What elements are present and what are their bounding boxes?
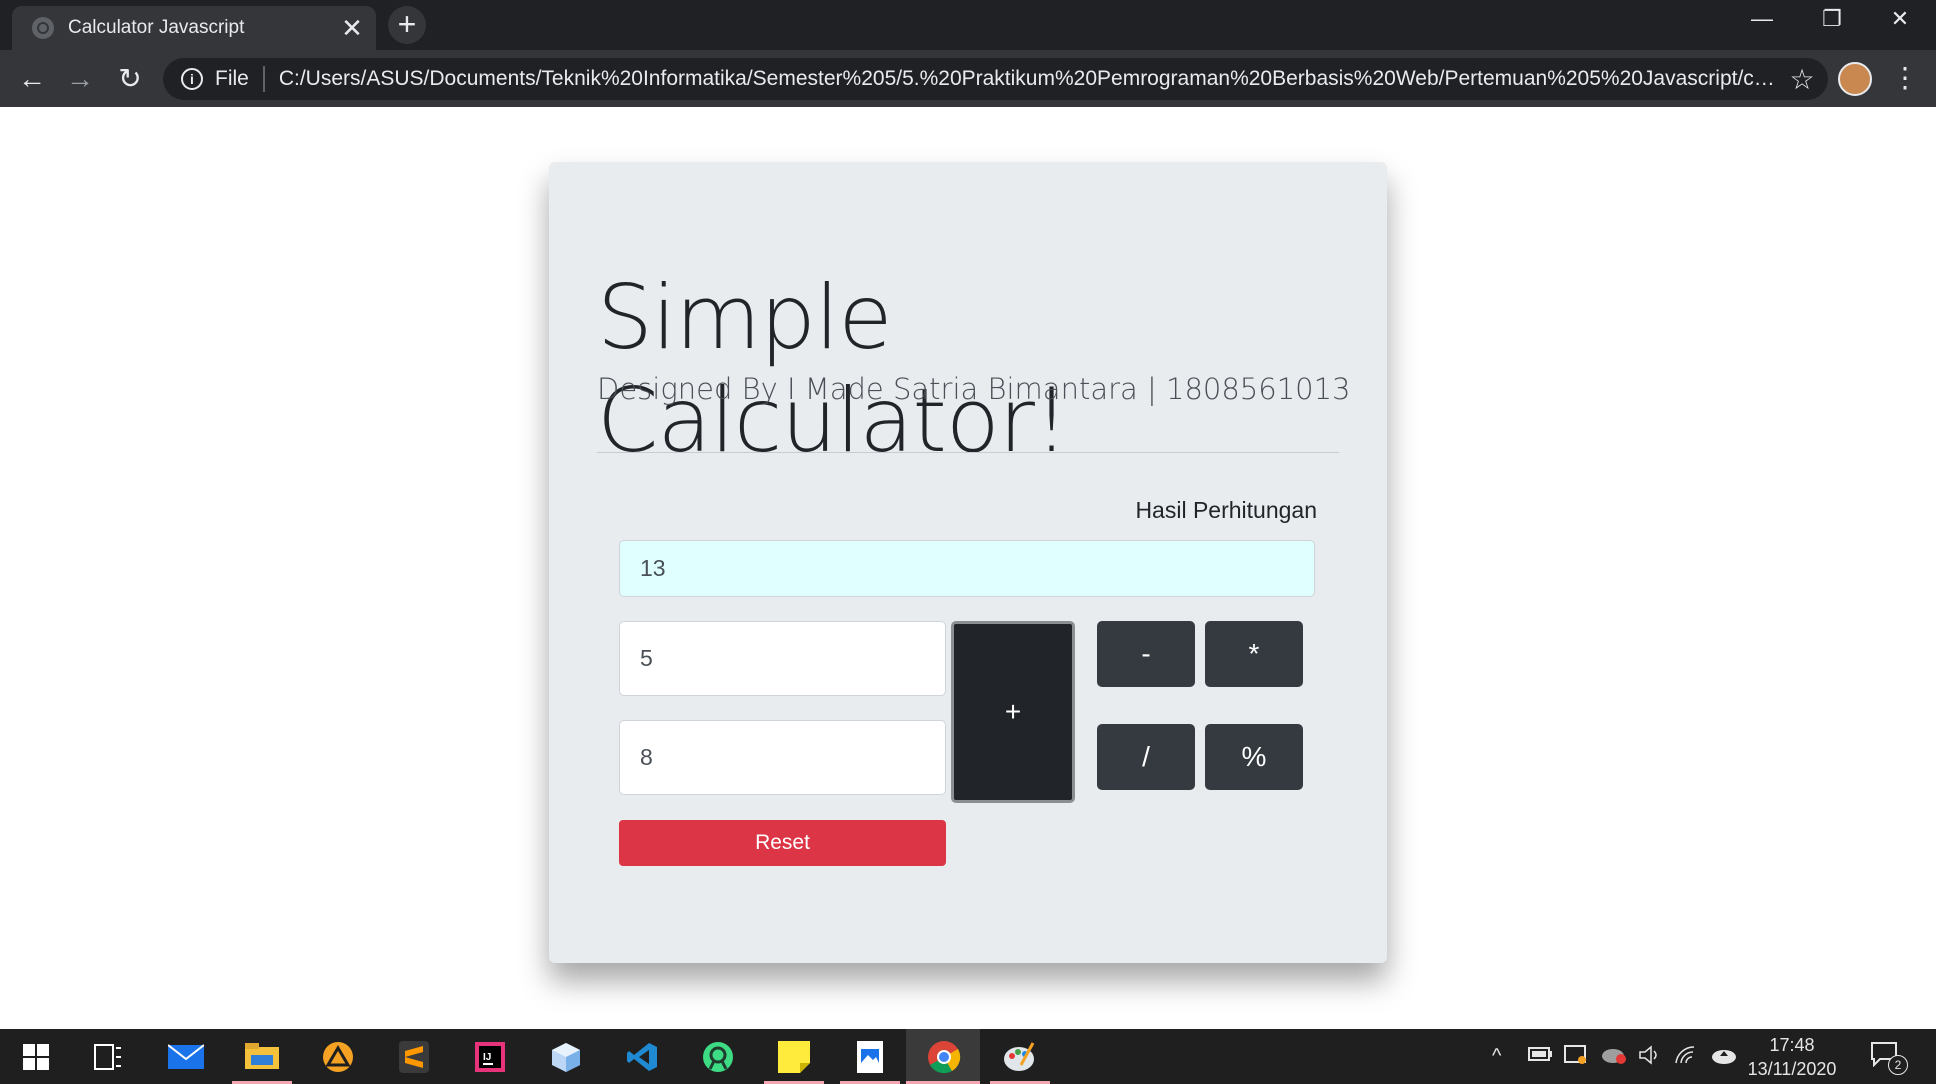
bookmark-star-icon[interactable]: ☆ bbox=[1782, 63, 1822, 96]
globe-icon bbox=[32, 17, 54, 39]
reset-button[interactable]: Reset bbox=[619, 820, 946, 866]
calculator-card: Simple Calculator! Designed By I Made Sa… bbox=[549, 162, 1387, 963]
svg-text:IJ: IJ bbox=[483, 1052, 491, 1063]
multiply-button[interactable]: * bbox=[1205, 621, 1303, 687]
forward-button[interactable]: → bbox=[62, 61, 98, 97]
browser-tab[interactable]: Calculator Javascript ✕ bbox=[12, 6, 376, 50]
tray-chevron-up-icon[interactable]: ^ bbox=[1492, 1045, 1501, 1068]
volume-icon[interactable] bbox=[1638, 1045, 1662, 1071]
add-button[interactable]: + bbox=[951, 621, 1075, 803]
browser-menu-icon[interactable]: ⋮ bbox=[1890, 60, 1920, 98]
subtract-button[interactable]: - bbox=[1097, 621, 1195, 687]
back-button[interactable]: ← bbox=[14, 61, 50, 97]
sublime-text-icon[interactable] bbox=[394, 1037, 434, 1077]
page-subtitle: Designed By I Made Satria Bimantara | 18… bbox=[597, 372, 1351, 406]
new-tab-button[interactable]: + bbox=[388, 6, 426, 44]
windows-taskbar: IJ ^ 17:48 13/11/2020 2 bbox=[0, 1029, 1936, 1084]
paint-icon[interactable] bbox=[1000, 1037, 1040, 1077]
notification-center-icon[interactable]: 2 bbox=[1870, 1041, 1908, 1075]
browser-tab-bar: Calculator Javascript ✕ + — ❐ ✕ bbox=[0, 0, 1936, 50]
task-view-icon[interactable] bbox=[88, 1037, 128, 1077]
page-title: Simple Calculator! bbox=[597, 266, 1069, 472]
mail-icon[interactable] bbox=[166, 1037, 206, 1077]
reload-button[interactable]: ↻ bbox=[112, 61, 148, 97]
address-divider bbox=[262, 66, 265, 92]
file-explorer-icon[interactable] bbox=[242, 1037, 282, 1077]
clock-time: 17:48 bbox=[1769, 1035, 1815, 1055]
result-field[interactable]: 13 bbox=[619, 540, 1315, 597]
vscode-icon[interactable] bbox=[622, 1037, 662, 1077]
close-tab-icon[interactable]: ✕ bbox=[338, 13, 366, 43]
divide-button[interactable]: / bbox=[1097, 724, 1195, 790]
result-label: Hasil Perhitungan bbox=[1135, 497, 1317, 523]
scheme-label: File bbox=[215, 67, 249, 90]
chrome-icon[interactable] bbox=[924, 1037, 964, 1077]
battery-icon[interactable] bbox=[1528, 1045, 1552, 1069]
first-number-input[interactable]: 5 bbox=[619, 621, 946, 696]
sticky-notes-icon[interactable] bbox=[774, 1037, 814, 1077]
notification-count-badge: 2 bbox=[1888, 1055, 1908, 1075]
restore-window-button[interactable]: ❐ bbox=[1812, 6, 1852, 32]
browser-toolbar: ← → ↻ i File C:/Users/ASUS/Documents/Tek… bbox=[0, 50, 1936, 107]
close-window-button[interactable]: ✕ bbox=[1880, 6, 1920, 32]
warning-app-icon[interactable] bbox=[318, 1037, 358, 1077]
taskbar-clock[interactable]: 17:48 13/11/2020 bbox=[1742, 1033, 1842, 1081]
second-number-input[interactable]: 8 bbox=[619, 720, 946, 795]
wifi-icon[interactable] bbox=[1674, 1045, 1698, 1071]
minimize-window-button[interactable]: — bbox=[1742, 6, 1782, 32]
display-icon[interactable] bbox=[1564, 1045, 1588, 1071]
url-text[interactable]: C:/Users/ASUS/Documents/Teknik%20Informa… bbox=[279, 67, 1782, 91]
photos-icon[interactable] bbox=[850, 1037, 890, 1077]
info-icon[interactable]: i bbox=[181, 68, 203, 90]
cloud-error-icon[interactable] bbox=[1600, 1045, 1628, 1071]
onedrive-icon[interactable] bbox=[1710, 1045, 1738, 1071]
divider bbox=[597, 452, 1339, 453]
windows-start-icon[interactable] bbox=[16, 1037, 56, 1077]
virtualbox-icon[interactable] bbox=[546, 1037, 586, 1077]
tab-title: Calculator Javascript bbox=[68, 17, 245, 38]
android-studio-icon[interactable] bbox=[698, 1037, 738, 1077]
address-bar[interactable]: i File C:/Users/ASUS/Documents/Teknik%20… bbox=[163, 58, 1828, 100]
clock-date: 13/11/2020 bbox=[1747, 1059, 1837, 1079]
jetbrains-icon[interactable]: IJ bbox=[470, 1037, 510, 1077]
modulo-button[interactable]: % bbox=[1205, 724, 1303, 790]
profile-avatar[interactable] bbox=[1838, 62, 1872, 96]
